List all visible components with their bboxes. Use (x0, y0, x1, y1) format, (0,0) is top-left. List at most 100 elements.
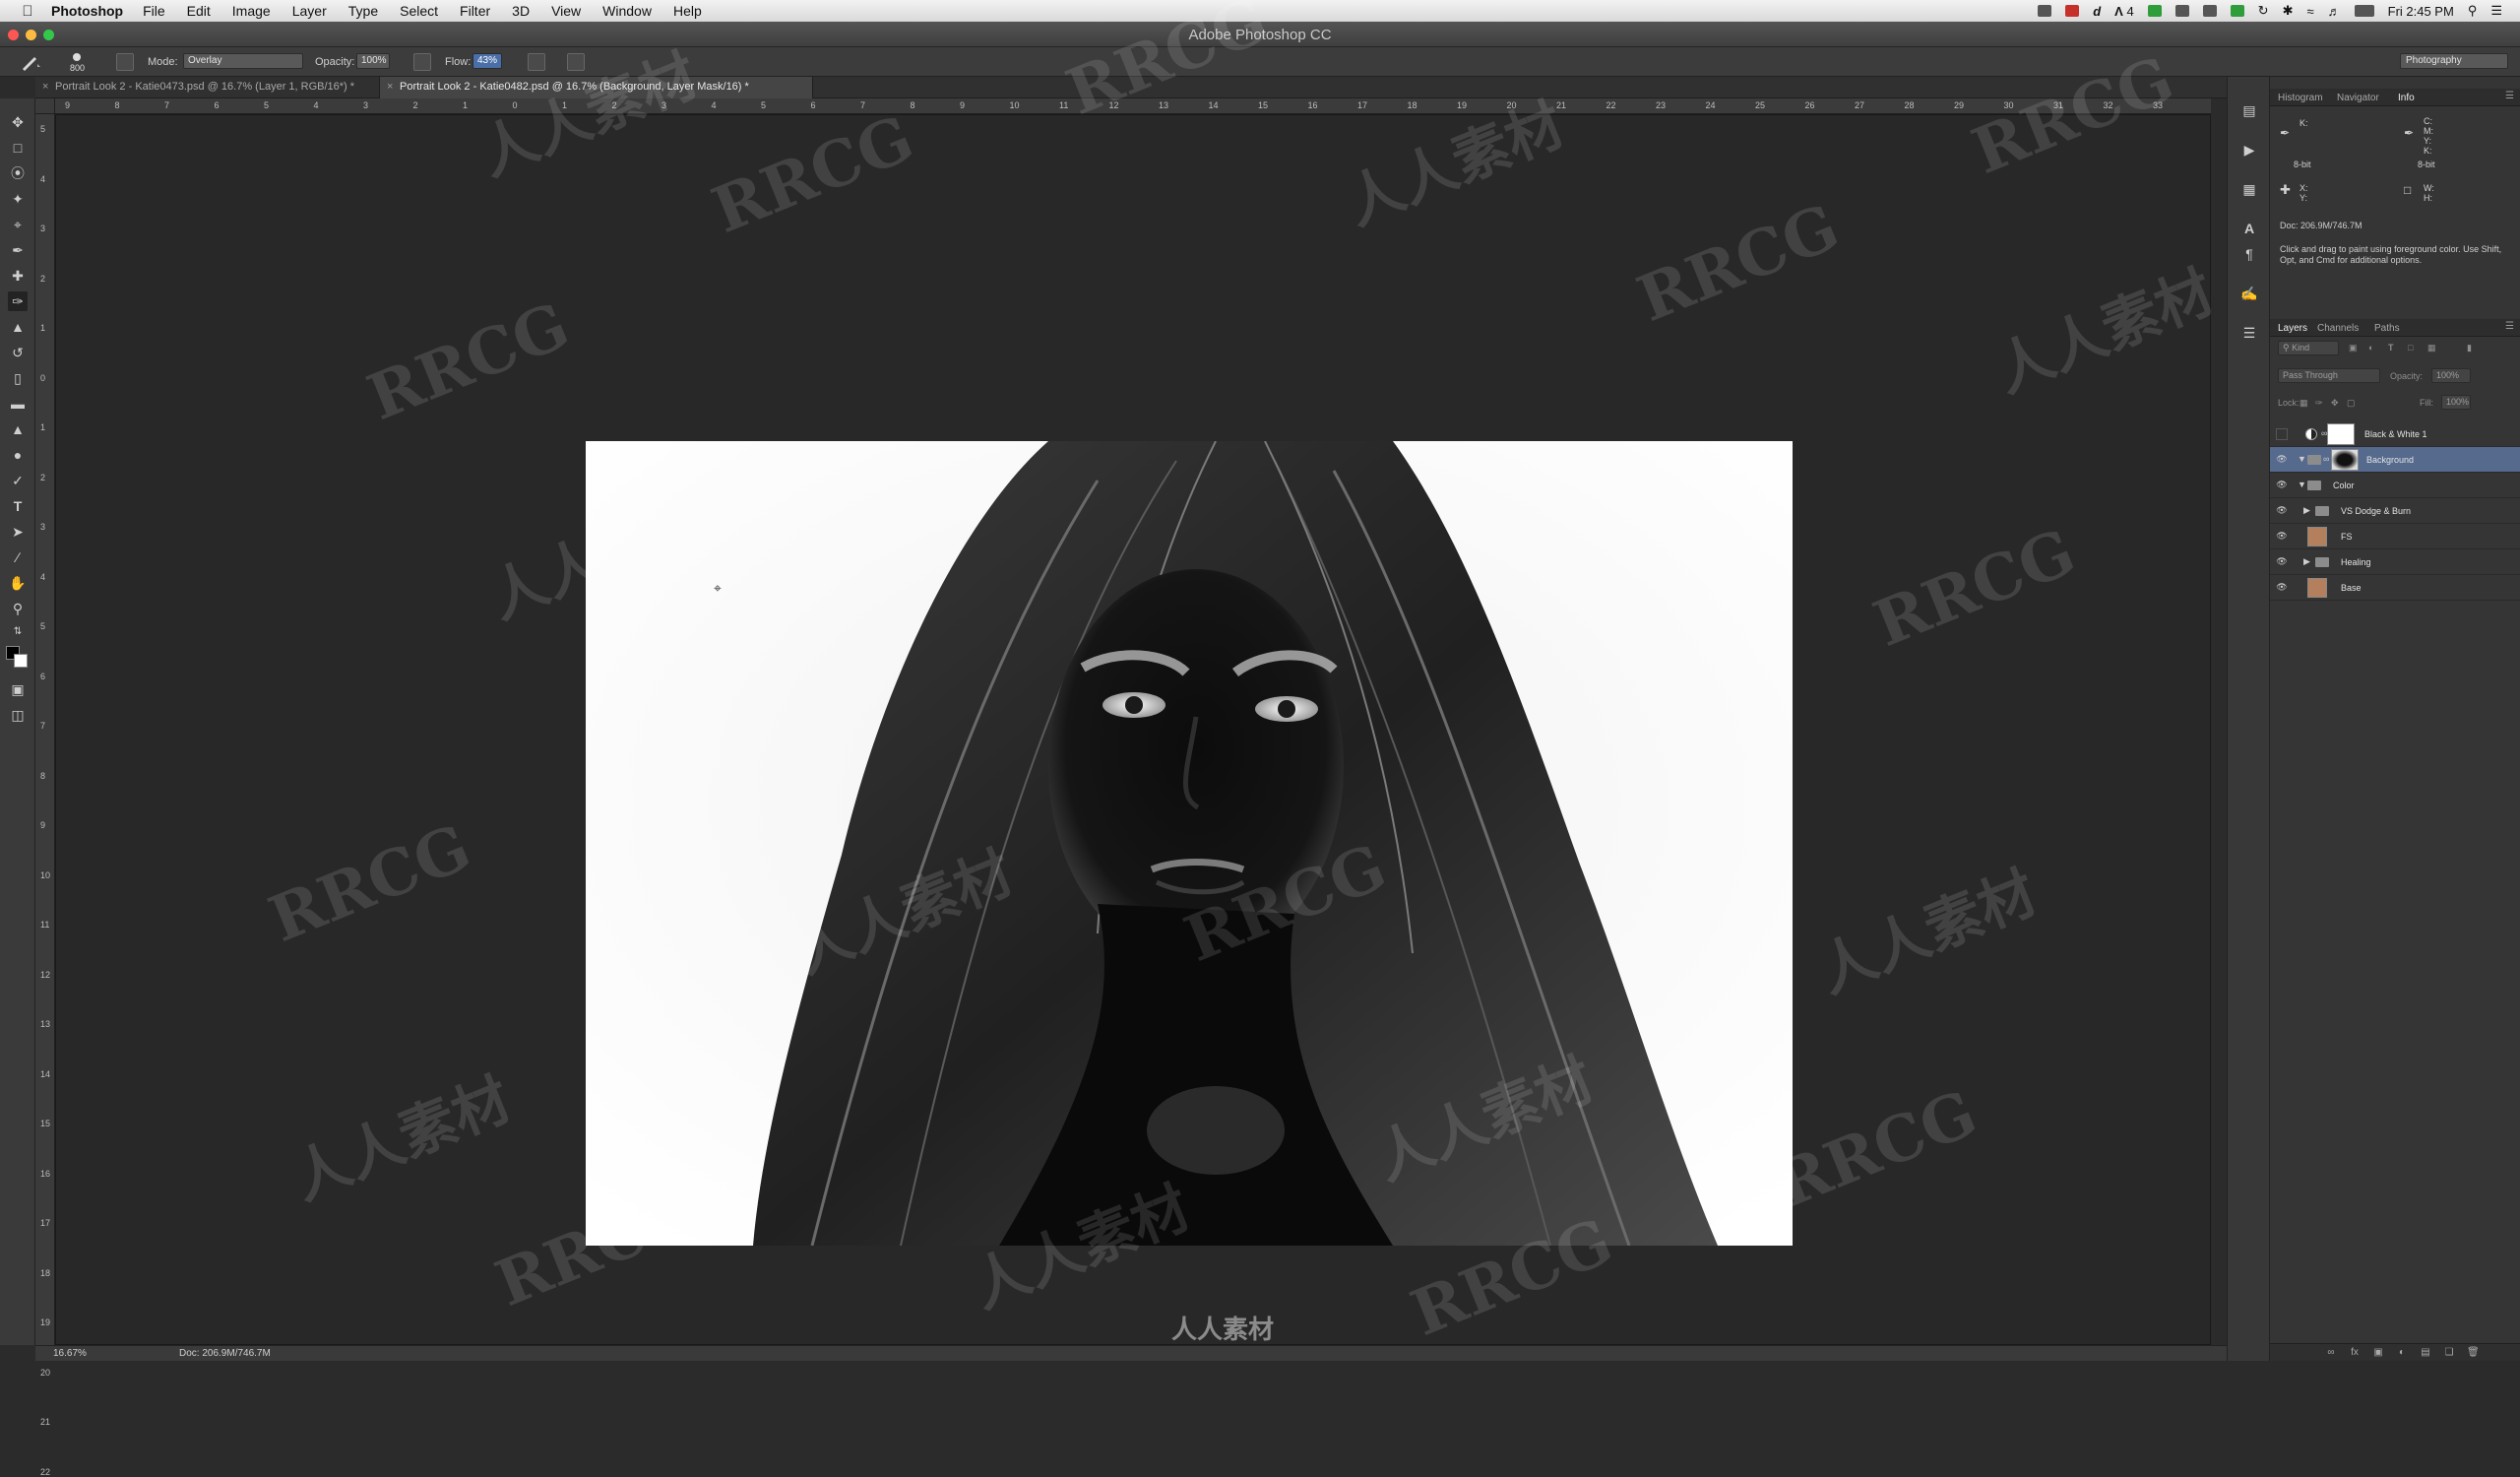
lock-pixels-icon[interactable]: ✑ (2315, 398, 2323, 409)
sync-icon[interactable] (2230, 5, 2244, 17)
battery-icon[interactable] (2354, 5, 2374, 17)
swap-colors-icon[interactable]: ⇅ (8, 622, 28, 642)
group-collapsed-caret-icon[interactable]: ▶ (2303, 556, 2310, 567)
group-expanded-caret-icon[interactable]: ▼ (2298, 454, 2306, 464)
notification-icon[interactable] (2038, 5, 2052, 17)
zoom-level[interactable]: 16.67% (53, 1348, 87, 1359)
layer-thumbnail[interactable] (2307, 527, 2327, 546)
layer-row-healing[interactable]: 👁 ▶ Healing (2270, 549, 2520, 575)
menu-clock[interactable]: Fri 2:45 PM (2388, 4, 2454, 19)
marquee-tool-icon[interactable]: □ (8, 138, 28, 158)
layer-opacity-field[interactable]: 100% (2431, 368, 2471, 383)
menu-layer[interactable]: Layer (292, 3, 327, 19)
pen-tool-icon[interactable]: ✓ (8, 471, 28, 490)
zoom-tool-icon[interactable]: ⚲ (8, 599, 28, 618)
menu-type[interactable]: Type (348, 3, 378, 19)
add-mask-icon[interactable]: ▣ (2372, 1347, 2384, 1359)
filter-shape-icon[interactable]: □ (2408, 343, 2413, 353)
background-color-swatch[interactable] (14, 654, 28, 668)
hand-tool-icon[interactable]: ✋ (8, 573, 28, 593)
mode-select[interactable]: Overlay (183, 53, 303, 69)
tab-histogram[interactable]: Histogram (2278, 93, 2323, 103)
visibility-off-icon[interactable] (2276, 428, 2288, 440)
quick-select-tool-icon[interactable]: ✦ (8, 189, 28, 209)
brush-panel-icon[interactable]: ☰ (2240, 325, 2258, 343)
wifi-icon[interactable]: ≈ (2306, 4, 2313, 19)
filter-smart-object-icon[interactable]: ▦ (2427, 343, 2436, 353)
group-collapsed-caret-icon[interactable]: ▶ (2303, 505, 2310, 516)
blend-mode-select[interactable]: Pass Through (2278, 368, 2380, 383)
line-tool-icon[interactable]: ∕ (8, 547, 28, 567)
quick-mask-icon[interactable]: ▣ (8, 679, 28, 699)
brush-panel-toggle-icon[interactable] (116, 53, 134, 71)
filter-pixel-icon[interactable]: ▣ (2349, 343, 2358, 353)
time-machine-icon[interactable]: ↻ (2258, 3, 2269, 19)
eyedropper-readout-icon[interactable]: ✒ (2280, 127, 2290, 139)
layer-name[interactable]: VS Dodge & Burn (2341, 506, 2411, 516)
lock-all-icon[interactable]: ▢ (2347, 398, 2356, 409)
tab-layers[interactable]: Layers (2278, 323, 2307, 334)
mask-link-icon[interactable]: ∞ (2323, 454, 2329, 464)
menu-file[interactable]: File (143, 3, 165, 19)
layer-row-color[interactable]: 👁 ▼ Color (2270, 473, 2520, 498)
new-layer-icon[interactable]: ❏ (2443, 1347, 2455, 1359)
tool-presets-panel-icon[interactable]: ✍ (2240, 286, 2258, 303)
visibility-eye-icon[interactable]: 👁 (2276, 531, 2288, 543)
layer-thumbnail[interactable] (2307, 578, 2327, 598)
new-adjustment-icon[interactable]: ◐ (2396, 1347, 2408, 1359)
menu-window[interactable]: Window (602, 3, 652, 19)
visibility-eye-icon[interactable]: 👁 (2276, 582, 2288, 594)
layer-row-fs[interactable]: 👁 FS (2270, 524, 2520, 549)
menu-select[interactable]: Select (400, 3, 438, 19)
layer-row-background[interactable]: 👁 ▼ ∞ Background (2270, 447, 2520, 473)
eyedropper-readout-icon-2[interactable]: ✒ (2404, 127, 2414, 139)
menu-app-name[interactable]: Photoshop (51, 3, 123, 19)
layer-name[interactable]: FS (2341, 532, 2353, 542)
filter-adjustment-icon[interactable]: ◐ (2368, 343, 2373, 353)
tab-channels[interactable]: Channels (2317, 323, 2359, 334)
menu-view[interactable]: View (551, 3, 581, 19)
panel-menu-icon[interactable]: ☰ (2505, 321, 2514, 332)
character-panel-icon[interactable]: A (2240, 221, 2258, 238)
dropbox-icon[interactable] (2202, 5, 2217, 17)
type-tool-icon[interactable]: T (8, 496, 28, 516)
menu-3d[interactable]: 3D (512, 3, 530, 19)
eyedropper-tool-icon[interactable]: ✒ (8, 240, 28, 260)
layer-name[interactable]: Black & White 1 (2364, 429, 2427, 439)
eraser-tool-icon[interactable]: ▯ (8, 368, 28, 388)
close-tab-icon[interactable]: × (387, 81, 393, 93)
spotlight-icon[interactable]: ⚲ (2468, 3, 2478, 19)
layer-name[interactable]: Background (2366, 455, 2414, 465)
d-app-icon[interactable]: d (2093, 4, 2101, 19)
layer-row-black-white[interactable]: ∞ Black & White 1 (2270, 421, 2520, 447)
healing-brush-tool-icon[interactable]: ✚ (8, 266, 28, 286)
document-size[interactable]: Doc: 206.9M/746.7M (179, 1348, 271, 1359)
apple-icon[interactable]:  (18, 3, 37, 20)
lasso-tool-icon[interactable]: ⦿ (8, 163, 28, 183)
workspace-select[interactable]: Photography (2400, 53, 2508, 69)
adobe-badge[interactable]: Λ 4 (2114, 4, 2134, 19)
menu-edit[interactable]: Edit (187, 3, 211, 19)
brush-size-picker[interactable]: 800 (63, 51, 93, 75)
delete-layer-icon[interactable]: 🗑 (2467, 1347, 2480, 1359)
tab-navigator[interactable]: Navigator (2337, 93, 2379, 103)
ruler-origin[interactable] (35, 98, 55, 114)
bluetooth-icon[interactable]: ✱ (2283, 3, 2294, 19)
opacity-field[interactable]: 100% (356, 53, 390, 69)
dodge-tool-icon[interactable]: ● (8, 445, 28, 465)
adjustments-panel-icon[interactable]: ▦ (2240, 181, 2258, 199)
crop-tool-icon[interactable]: ⌖ (8, 215, 28, 234)
paragraph-panel-icon[interactable]: ¶ (2240, 246, 2258, 264)
link-layers-icon[interactable]: ∞ (2325, 1347, 2337, 1359)
record-icon[interactable] (2065, 5, 2080, 17)
visibility-eye-icon[interactable]: 👁 (2276, 480, 2288, 491)
brush-tool-icon[interactable]: ✑ (8, 291, 28, 311)
layer-name[interactable]: Healing (2341, 557, 2371, 567)
tab-info[interactable]: Info (2398, 93, 2415, 103)
filter-type-icon[interactable]: T (2388, 343, 2394, 353)
layer-row-vs-dodge-burn[interactable]: 👁 ▶ VS Dodge & Burn (2270, 498, 2520, 524)
layer-mask-thumbnail[interactable] (2327, 423, 2355, 445)
layer-row-base[interactable]: 👁 Base (2270, 575, 2520, 601)
layer-mask-thumbnail[interactable] (2331, 449, 2359, 471)
menu-help[interactable]: Help (673, 3, 702, 19)
